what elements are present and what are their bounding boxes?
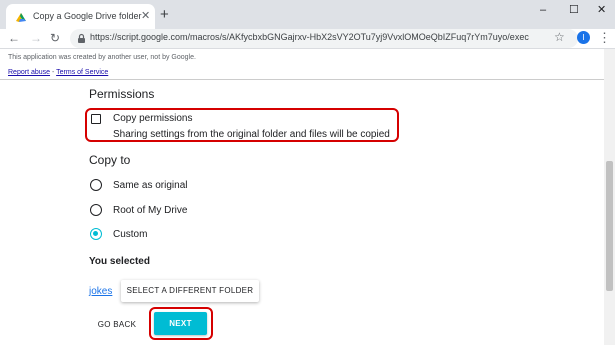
select-different-folder-button[interactable]: SELECT A DIFFERENT FOLDER bbox=[121, 280, 259, 302]
browser-menu-icon[interactable]: ⋮ bbox=[598, 30, 611, 46]
terms-of-service-link[interactable]: Terms of Service bbox=[56, 69, 108, 76]
third-party-notice: This application was created by another … bbox=[8, 54, 196, 61]
close-tab-icon[interactable]: ✕ bbox=[141, 10, 150, 22]
radio-label-custom[interactable]: Custom bbox=[113, 229, 147, 240]
copy-to-heading: Copy to bbox=[89, 153, 131, 167]
tab-title: Copy a Google Drive folder bbox=[33, 11, 142, 21]
selected-folder-link[interactable]: jokes bbox=[89, 286, 112, 297]
browser-window: Copy a Google Drive folder ✕ + – ☐ ✕ ← →… bbox=[0, 0, 615, 345]
scrollbar-thumb[interactable] bbox=[606, 161, 613, 291]
page-content: This application was created by another … bbox=[0, 48, 615, 345]
radio-custom[interactable] bbox=[90, 228, 102, 240]
copy-permissions-checkbox[interactable] bbox=[91, 114, 101, 124]
new-tab-button[interactable]: + bbox=[160, 7, 169, 22]
minimize-icon[interactable]: – bbox=[540, 3, 546, 17]
permissions-heading: Permissions bbox=[89, 87, 155, 101]
notice-links: Report abuse - Terms of Service bbox=[8, 69, 108, 76]
apps-script-icon bbox=[16, 13, 26, 22]
profile-avatar[interactable]: I bbox=[577, 31, 590, 44]
browser-tab[interactable]: Copy a Google Drive folder ✕ bbox=[6, 4, 155, 29]
tab-strip: Copy a Google Drive folder ✕ + – ☐ ✕ bbox=[0, 0, 615, 29]
page-scrollbar[interactable] bbox=[604, 49, 615, 345]
address-bar[interactable]: https://script.google.com/macros/s/AKfyc… bbox=[70, 29, 578, 48]
radio-root-of-my-drive[interactable] bbox=[90, 204, 102, 216]
radio-label-root-of-my-drive[interactable]: Root of My Drive bbox=[113, 205, 187, 216]
bookmark-star-icon[interactable]: ☆ bbox=[554, 30, 565, 44]
next-button[interactable]: NEXT bbox=[154, 312, 207, 335]
browser-toolbar: ← → ↻ https://script.google.com/macros/s… bbox=[0, 29, 615, 48]
radio-label-same-as-original[interactable]: Same as original bbox=[113, 180, 187, 191]
go-back-button[interactable]: GO BACK bbox=[95, 318, 139, 332]
lock-icon bbox=[78, 33, 85, 43]
forward-icon[interactable]: → bbox=[30, 30, 42, 46]
maximize-icon[interactable]: ☐ bbox=[569, 3, 579, 17]
close-window-icon[interactable]: ✕ bbox=[597, 3, 606, 17]
reload-icon[interactable]: ↻ bbox=[50, 30, 60, 46]
you-selected-heading: You selected bbox=[89, 256, 150, 267]
radio-same-as-original[interactable] bbox=[90, 179, 102, 191]
report-abuse-link[interactable]: Report abuse bbox=[8, 69, 50, 76]
copy-permissions-description: Sharing settings from the original folde… bbox=[113, 129, 390, 140]
copy-permissions-label[interactable]: Copy permissions bbox=[113, 113, 192, 124]
back-icon[interactable]: ← bbox=[8, 30, 20, 46]
url-text: https://script.google.com/macros/s/AKfyc… bbox=[90, 32, 529, 42]
notice-divider bbox=[0, 79, 604, 80]
